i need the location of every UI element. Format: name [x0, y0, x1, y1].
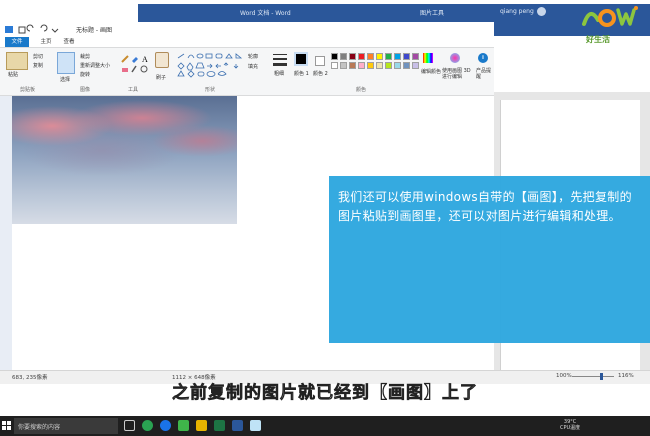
- palette-swatch[interactable]: [367, 62, 374, 69]
- size-button[interactable]: 粗细: [274, 70, 284, 77]
- word-window-title: Word 文档 - Word: [240, 10, 291, 17]
- redo-icon[interactable]: [40, 24, 48, 32]
- cpu-temp-label: CPU温度: [560, 425, 581, 431]
- fill-button[interactable]: 填充: [248, 63, 258, 70]
- group-label-shapes: 形状: [205, 87, 216, 93]
- instruction-text: 我们还可以使用windows自带的【画图】，先把复制的图片粘贴到画图里，还可以对…: [338, 190, 632, 223]
- color-picker-icon[interactable]: [131, 65, 137, 73]
- crop-button[interactable]: 裁剪: [80, 53, 90, 60]
- wechat-icon[interactable]: [178, 420, 189, 431]
- palette-swatch[interactable]: [349, 62, 356, 69]
- cpu-temperature: 39°C CPU温度: [560, 419, 580, 431]
- info-icon[interactable]: i: [478, 53, 488, 63]
- outline-button[interactable]: 轮廓: [248, 53, 258, 60]
- brushes-button[interactable]: 刷子: [156, 74, 166, 81]
- taskbar-search-placeholder: 你要搜索的内容: [18, 424, 61, 431]
- palette-swatch[interactable]: [340, 62, 347, 69]
- palette-swatch[interactable]: [412, 53, 419, 60]
- site-logo: [582, 6, 638, 27]
- browser-icon[interactable]: [142, 420, 153, 431]
- avatar[interactable]: [537, 7, 546, 16]
- palette-swatch[interactable]: [367, 53, 374, 60]
- palette-swatch[interactable]: [358, 62, 365, 69]
- paint-app-icon: [5, 26, 13, 33]
- palette-swatch[interactable]: [376, 53, 383, 60]
- text-tool-icon[interactable]: A: [142, 55, 148, 64]
- color2-swatch[interactable]: [315, 56, 325, 66]
- tab-view[interactable]: 查看: [60, 37, 78, 47]
- word-icon[interactable]: [232, 420, 243, 431]
- palette-swatch[interactable]: [340, 53, 347, 60]
- palette-swatch[interactable]: [394, 62, 401, 69]
- edit-colors-button[interactable]: 编辑颜色: [421, 68, 441, 75]
- excel-icon[interactable]: [214, 420, 225, 431]
- group-label-image: 图像: [80, 87, 91, 93]
- copy-button[interactable]: 复制: [33, 62, 43, 69]
- tools-palette: A: [121, 55, 148, 73]
- palette-swatch[interactable]: [331, 62, 338, 69]
- product-alert-button[interactable]: 产品提醒: [476, 68, 492, 80]
- paint-titlebar: [0, 22, 494, 36]
- resize-button[interactable]: 重新调整大小: [80, 62, 110, 69]
- paste-button[interactable]: 粘贴: [8, 71, 18, 78]
- palette-swatch[interactable]: [376, 62, 383, 69]
- pasted-sky-photo[interactable]: [12, 96, 237, 224]
- fill-bucket-icon[interactable]: [132, 57, 138, 63]
- select-icon[interactable]: [57, 52, 75, 74]
- palette-swatch[interactable]: [385, 53, 392, 60]
- video-subtitle: 之前复制的图片就已经到【画图】上了: [172, 383, 478, 404]
- pencil-icon[interactable]: [121, 55, 129, 63]
- quick-access-toolbar: [5, 24, 59, 34]
- paint-window-title: 无标题 - 画图: [76, 27, 112, 34]
- size-icon[interactable]: [272, 53, 288, 67]
- group-label-colors: 颜色: [356, 87, 367, 93]
- color1-button[interactable]: 颜色 1: [294, 70, 309, 77]
- chevron-down-icon[interactable]: [51, 28, 59, 33]
- palette-swatch[interactable]: [349, 53, 356, 60]
- shapes-gallery[interactable]: [176, 52, 244, 80]
- word-user-name: qiang peng: [500, 8, 534, 15]
- file-explorer-icon[interactable]: [196, 420, 207, 431]
- undo-icon[interactable]: [26, 24, 34, 32]
- palette-swatch[interactable]: [358, 53, 365, 60]
- palette-swatch[interactable]: [412, 62, 419, 69]
- paint3d-icon[interactable]: [450, 53, 460, 63]
- palette-swatch[interactable]: [394, 53, 401, 60]
- edge-icon[interactable]: [160, 420, 171, 431]
- magnifier-icon[interactable]: [140, 65, 148, 73]
- cut-button[interactable]: 剪切: [33, 53, 43, 60]
- select-button[interactable]: 选择: [60, 76, 70, 83]
- save-icon[interactable]: [18, 26, 26, 34]
- group-label-tools: 工具: [128, 87, 139, 93]
- brush-icon[interactable]: [155, 52, 169, 68]
- windows-start-icon[interactable]: [2, 421, 12, 431]
- edit-colors-icon[interactable]: [423, 53, 433, 63]
- paint3d-button[interactable]: 使用画图 3D 进行编辑: [442, 68, 472, 80]
- rotate-button[interactable]: 旋转: [80, 71, 90, 78]
- paint-taskbar-icon[interactable]: [250, 420, 261, 431]
- word-context-tab[interactable]: 图片工具: [420, 8, 444, 17]
- palette-swatch[interactable]: [331, 53, 338, 60]
- site-logo-text: 好生活: [586, 35, 610, 44]
- zoom-slider-track[interactable]: [572, 376, 614, 377]
- palette-swatch[interactable]: [403, 62, 410, 69]
- group-label-clipboard: 剪贴板: [20, 87, 36, 93]
- tab-file[interactable]: 文件: [5, 37, 29, 47]
- color1-swatch[interactable]: [294, 52, 308, 66]
- tab-home[interactable]: 主页: [37, 37, 55, 47]
- task-view-icon[interactable]: [124, 420, 135, 431]
- palette-swatch[interactable]: [403, 53, 410, 60]
- paste-icon[interactable]: [6, 52, 28, 70]
- palette-swatch[interactable]: [385, 62, 392, 69]
- eraser-icon[interactable]: [122, 68, 128, 72]
- color2-button[interactable]: 颜色 2: [313, 70, 328, 77]
